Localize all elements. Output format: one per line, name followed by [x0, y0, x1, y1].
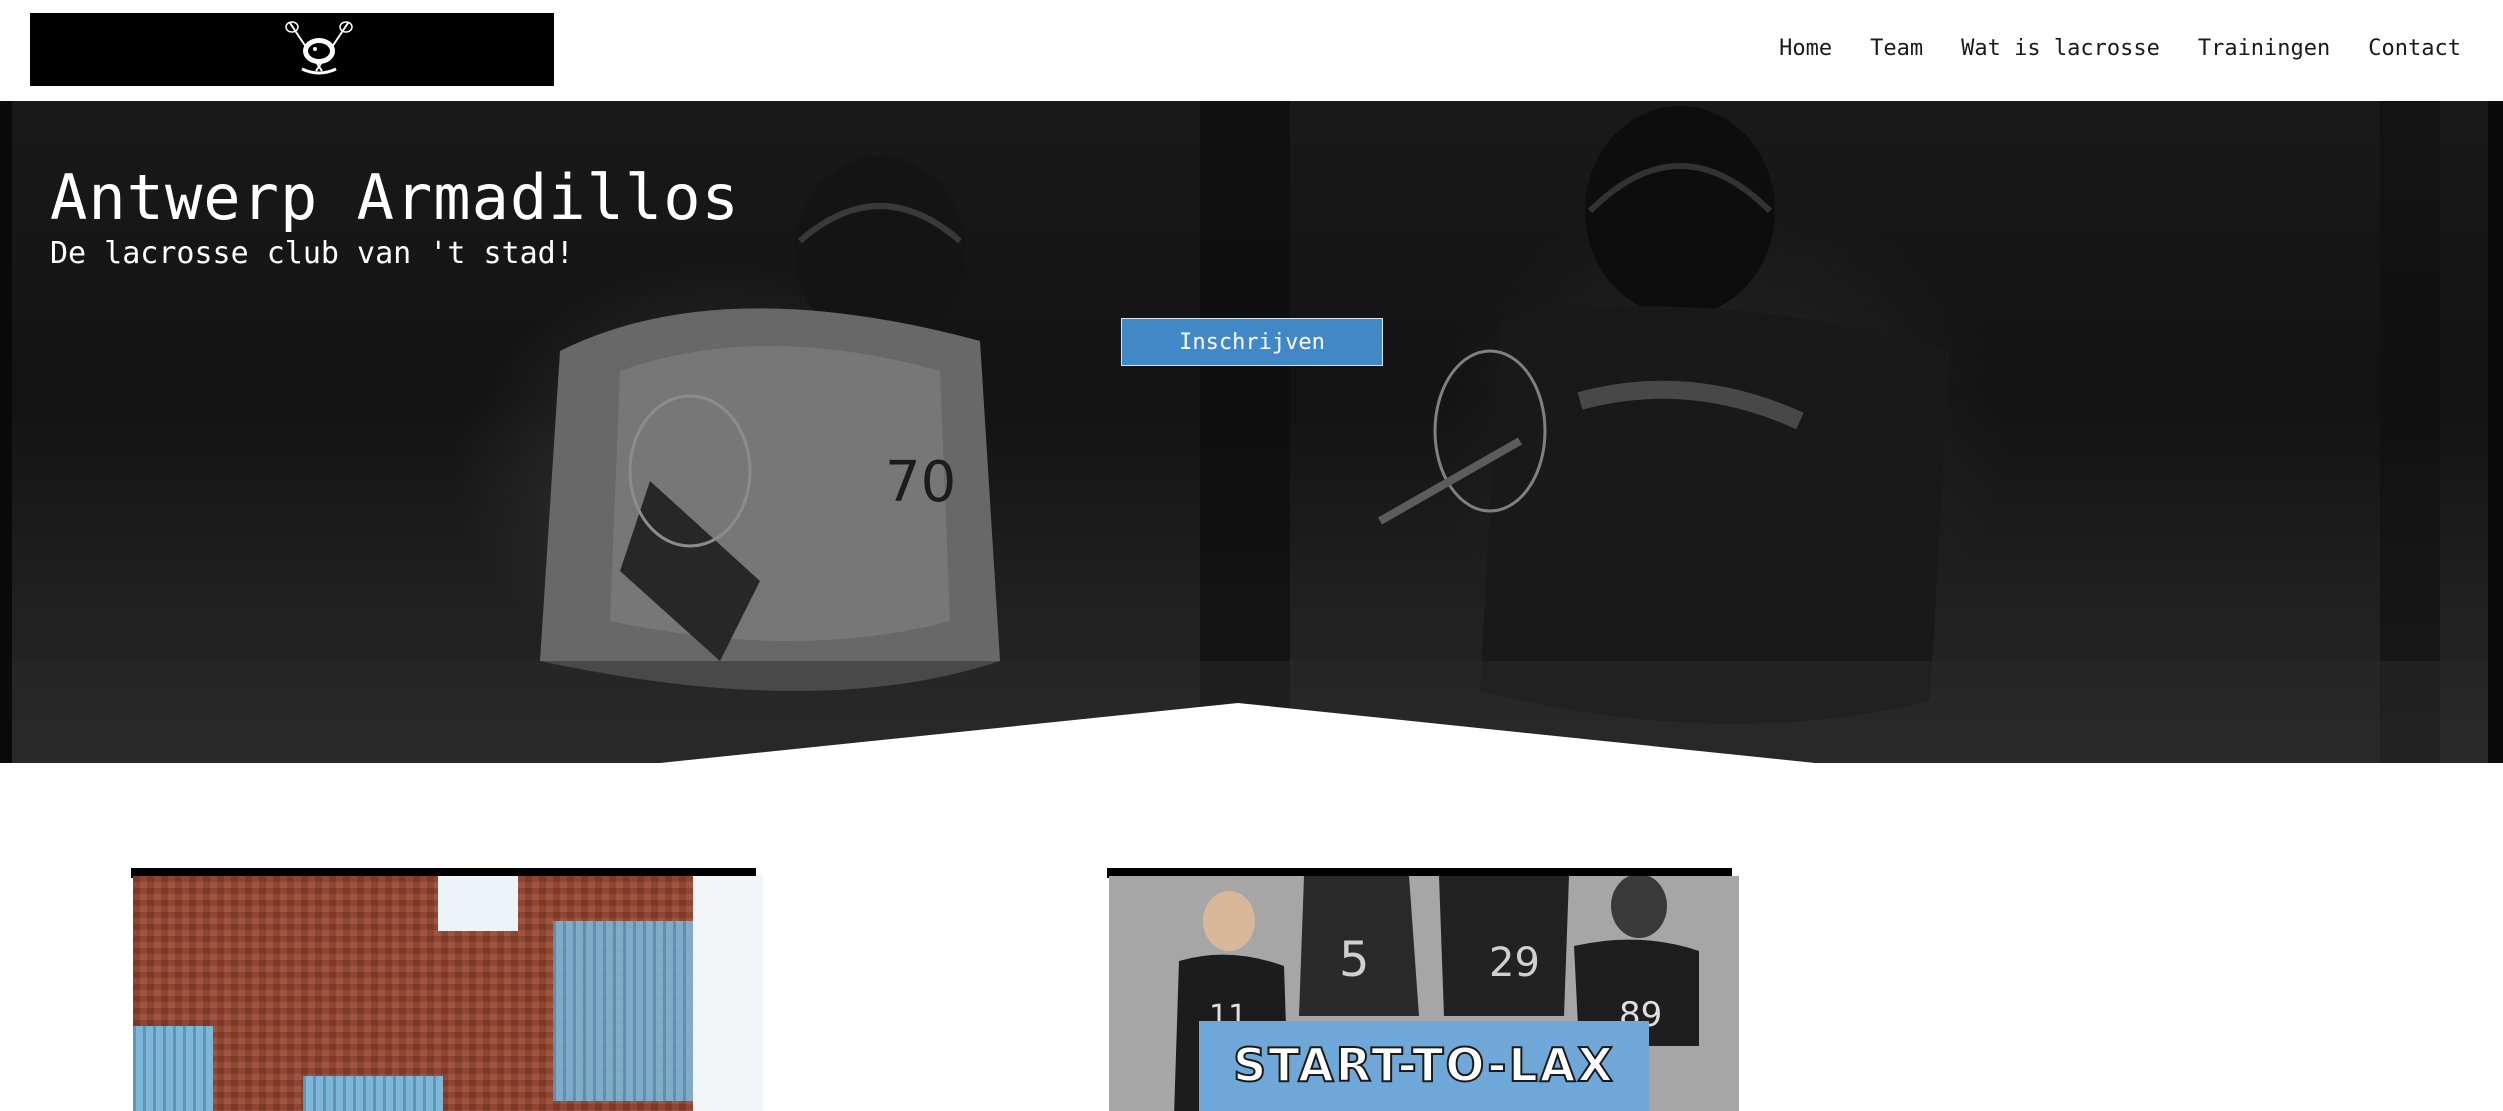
museum-building-image — [133, 876, 763, 1111]
main-nav: Home Team Wat is lacrosse Trainingen Con… — [1779, 36, 2461, 61]
site-header: Home Team Wat is lacrosse Trainingen Con… — [0, 0, 2503, 101]
hero-banner: 70 Antwerp Armadillos De lacrosse club v… — [0, 101, 2503, 763]
nav-home[interactable]: Home — [1779, 36, 1832, 61]
promo-jersey-29: 29 — [1489, 940, 1540, 986]
nav-contact[interactable]: Contact — [2368, 36, 2461, 61]
armadillo-lacrosse-logo-icon — [285, 21, 353, 75]
card-start-to-lax[interactable]: 11 5 29 89 START-TO-LAX — [1107, 868, 1739, 1111]
club-logo[interactable] — [30, 13, 554, 86]
promo-banner-text: START-TO-LAX — [1233, 1038, 1615, 1092]
promo-jersey-5: 5 — [1339, 932, 1370, 988]
nav-trainingen[interactable]: Trainingen — [2198, 36, 2330, 61]
nav-wat-is-lacrosse[interactable]: Wat is lacrosse — [1961, 36, 2160, 61]
start-to-lax-promo-image: 11 5 29 89 START-TO-LAX — [1109, 876, 1739, 1111]
card-museum[interactable] — [131, 868, 763, 1111]
hero-chevron-divider — [660, 703, 1815, 763]
nav-team[interactable]: Team — [1870, 36, 1923, 61]
